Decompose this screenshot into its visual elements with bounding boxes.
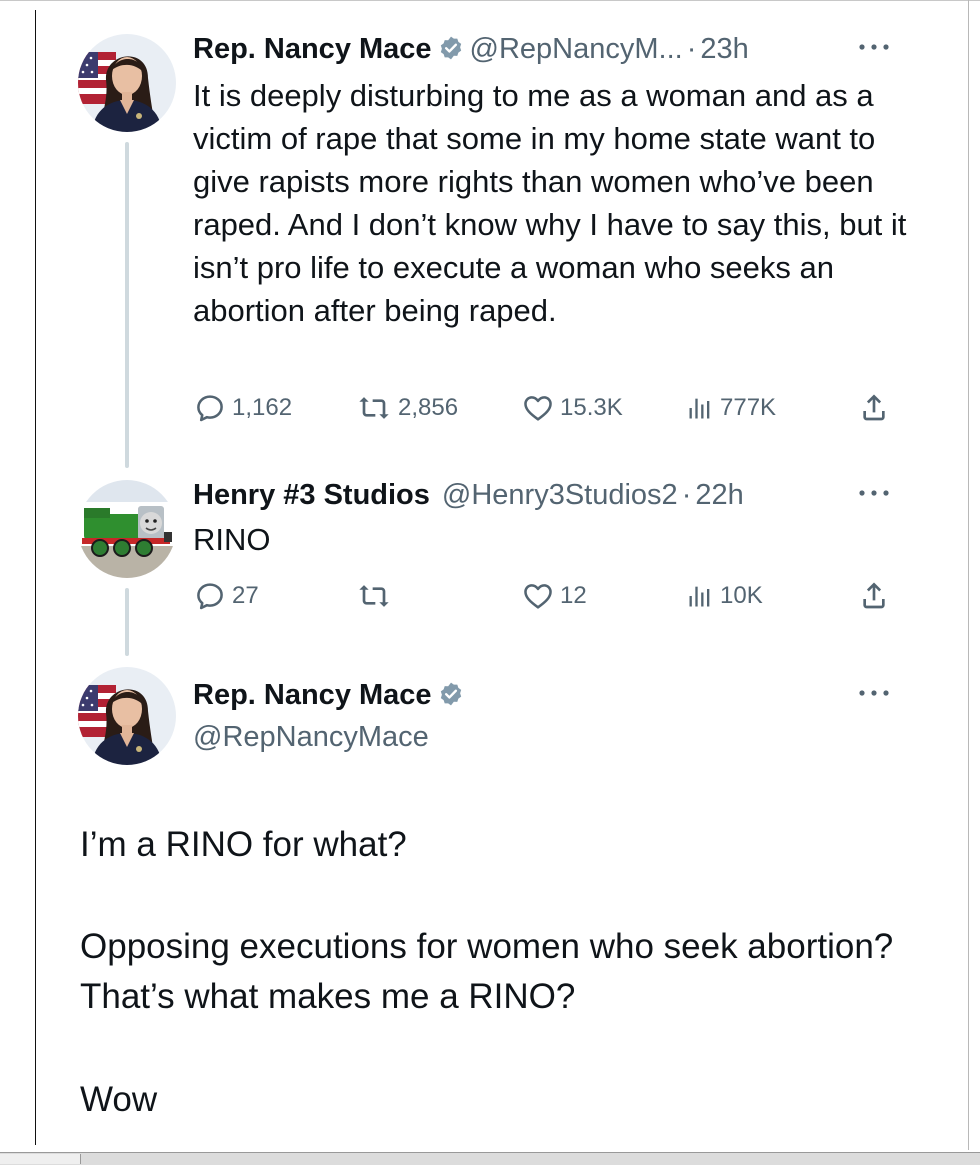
thread-line	[125, 588, 129, 656]
verified-badge-icon	[438, 35, 464, 61]
share-button[interactable]	[858, 578, 890, 612]
separator-dot: ·	[686, 33, 697, 65]
tweet-header: Henry #3 Studios @Henry3Studios2 · 22h	[193, 478, 744, 512]
author-handle[interactable]: @Henry3Studios2	[442, 479, 678, 511]
reply-icon	[194, 580, 226, 612]
like-count: 12	[560, 582, 587, 609]
avatar[interactable]	[78, 667, 176, 765]
retweet-count: 2,856	[398, 394, 459, 421]
author-handle[interactable]: @RepNancyM...	[470, 33, 683, 65]
share-icon	[858, 390, 890, 424]
reply-button[interactable]: 1,162	[194, 392, 292, 424]
timestamp[interactable]: 22h	[695, 479, 743, 511]
window-right-border	[968, 0, 969, 1150]
views-count: 777K	[720, 394, 777, 421]
timestamp[interactable]: 23h	[700, 33, 748, 65]
more-icon[interactable]	[857, 42, 891, 52]
window-left-border	[35, 10, 36, 1145]
reply-count: 27	[232, 582, 259, 609]
retweet-icon	[356, 392, 392, 424]
main-tweet-paragraph: Opposing executions for women who seek a…	[80, 927, 894, 1016]
views-icon	[686, 392, 714, 424]
tweet-text: RINO	[193, 522, 271, 557]
views-icon	[686, 580, 714, 612]
views-count: 10K	[720, 582, 763, 609]
tweet-header: Rep. Nancy Mace @RepNancyM... · 23h	[193, 32, 749, 66]
author-name[interactable]: Rep. Nancy Mace	[193, 679, 432, 711]
views-button[interactable]: 10K	[686, 580, 763, 612]
retweet-icon	[356, 580, 392, 612]
tweet-text: It is deeply disturbing to me as a woman…	[193, 78, 907, 328]
avatar[interactable]	[78, 480, 176, 578]
reply-button[interactable]: 27	[194, 580, 259, 612]
author-name[interactable]: Henry #3 Studios	[193, 479, 430, 511]
reply-icon	[194, 392, 226, 424]
share-icon	[858, 578, 890, 612]
like-button[interactable]: 12	[522, 580, 587, 612]
share-button[interactable]	[858, 390, 890, 424]
retweet-button[interactable]	[356, 580, 398, 612]
main-tweet-handle-line: @RepNancyMace	[193, 720, 429, 754]
more-icon[interactable]	[857, 688, 891, 698]
author-name[interactable]: Rep. Nancy Mace	[193, 33, 432, 65]
like-icon	[522, 392, 554, 424]
verified-badge-icon	[438, 681, 464, 707]
thread-line	[125, 142, 129, 468]
bottom-tab[interactable]	[0, 1154, 81, 1164]
main-tweet-paragraph: Wow	[80, 1080, 158, 1119]
like-icon	[522, 580, 554, 612]
more-icon[interactable]	[857, 488, 891, 498]
like-button[interactable]: 15.3K	[522, 392, 623, 424]
bottom-status-bar	[0, 1152, 980, 1165]
window-top-border	[0, 0, 980, 7]
reply-count: 1,162	[232, 394, 293, 421]
main-tweet-paragraph: I’m a RINO for what?	[80, 825, 407, 864]
like-count: 15.3K	[560, 394, 623, 421]
separator-dot: ·	[681, 479, 692, 511]
retweet-button[interactable]: 2,856	[356, 392, 458, 424]
avatar[interactable]	[78, 34, 176, 132]
author-handle[interactable]: @RepNancyMace	[193, 721, 429, 753]
main-tweet-author: Rep. Nancy Mace	[193, 678, 470, 712]
views-button[interactable]: 777K	[686, 392, 776, 424]
